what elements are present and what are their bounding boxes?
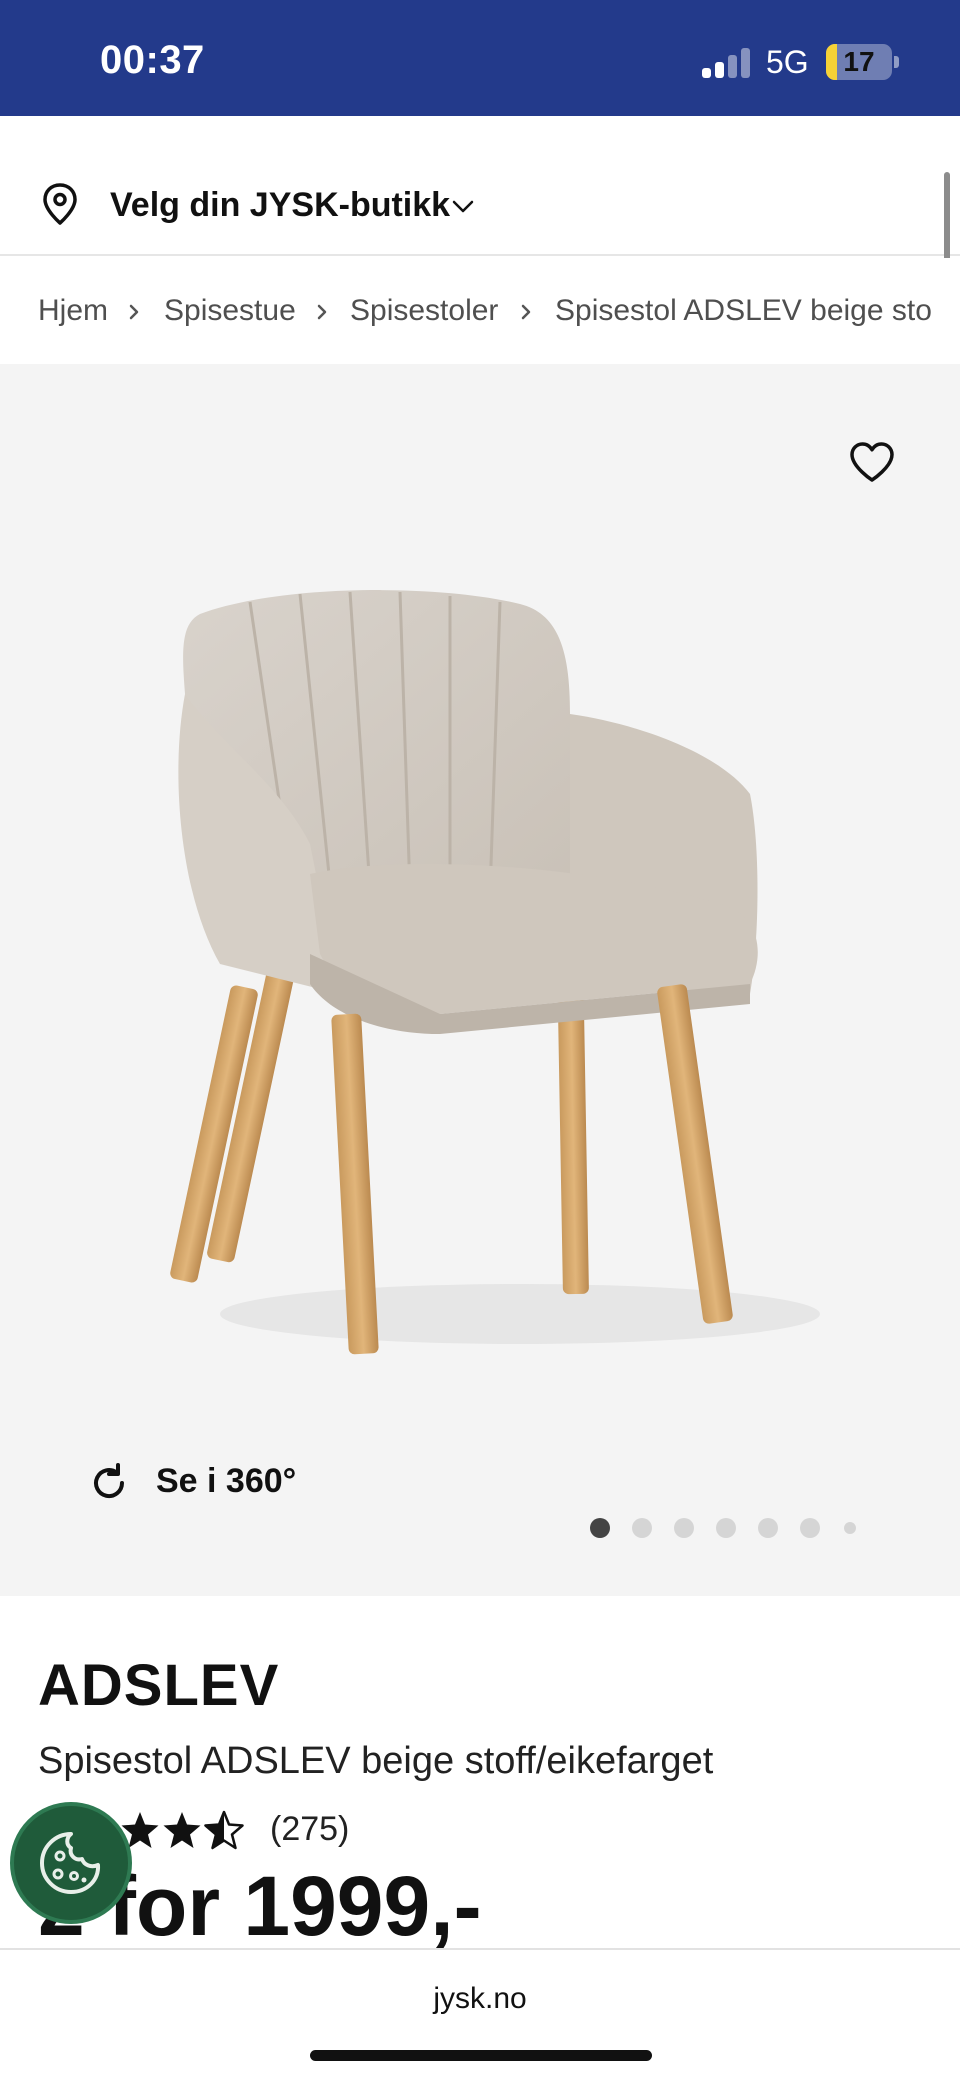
product-description: Spisestol ADSLEV beige stoff/eikefarget	[38, 1740, 714, 1782]
star-half-icon	[204, 1810, 244, 1850]
product-gallery[interactable]: Se i 360°	[0, 364, 960, 1596]
battery-level: 17	[843, 46, 875, 77]
cookie-settings-button[interactable]	[10, 1802, 132, 1924]
rotate-icon	[94, 1463, 125, 1499]
gallery-dot[interactable]	[758, 1518, 778, 1538]
breadcrumb-home[interactable]: Hjem	[38, 294, 108, 328]
breadcrumb-spisestoler[interactable]: Spisestoler	[350, 294, 498, 328]
gallery-dot[interactable]	[716, 1518, 736, 1538]
browser-url-bar[interactable]: jysk.no	[0, 1948, 960, 2078]
gallery-dot[interactable]	[800, 1518, 820, 1538]
gallery-dot[interactable]	[844, 1522, 856, 1534]
star-full-icon	[163, 1812, 201, 1848]
product-image	[170, 590, 820, 1355]
chevron-right-icon	[317, 304, 327, 320]
url-text: jysk.no	[433, 1982, 527, 2015]
gallery-dot[interactable]	[632, 1518, 652, 1538]
breadcrumb: Hjem Spisestue Spisestoler Spisestol ADS…	[0, 258, 960, 364]
breadcrumb-current: Spisestol ADSLEV beige sto	[555, 294, 932, 327]
view-360-label: Se i 360°	[156, 1462, 297, 1500]
breadcrumb-spisestue[interactable]: Spisestue	[164, 294, 296, 328]
signal-strength-icon	[702, 48, 750, 78]
gallery-dot[interactable]	[590, 1518, 610, 1538]
gallery-dot[interactable]	[674, 1518, 694, 1538]
gallery-pagination	[590, 1516, 890, 1540]
store-selector[interactable]: Velg din JYSK-butikk	[0, 116, 960, 256]
network-type: 5G	[766, 44, 809, 80]
map-pin-icon	[43, 183, 77, 225]
store-selector-label: Velg din JYSK-butikk	[110, 186, 451, 224]
cookie-icon	[40, 1832, 101, 1894]
chevron-down-icon	[452, 200, 474, 213]
product-name: ADSLEV	[38, 1653, 280, 1718]
chevron-right-icon	[521, 304, 531, 320]
battery-icon: 17	[826, 44, 892, 80]
home-indicator[interactable]	[310, 2050, 652, 2061]
rating-count: (275)	[270, 1810, 350, 1848]
status-bar: 00:37 5G 17	[0, 0, 960, 116]
status-time: 00:37	[100, 38, 205, 82]
chevron-right-icon	[129, 304, 139, 320]
battery-cap	[894, 56, 899, 68]
heart-icon[interactable]	[848, 440, 896, 484]
